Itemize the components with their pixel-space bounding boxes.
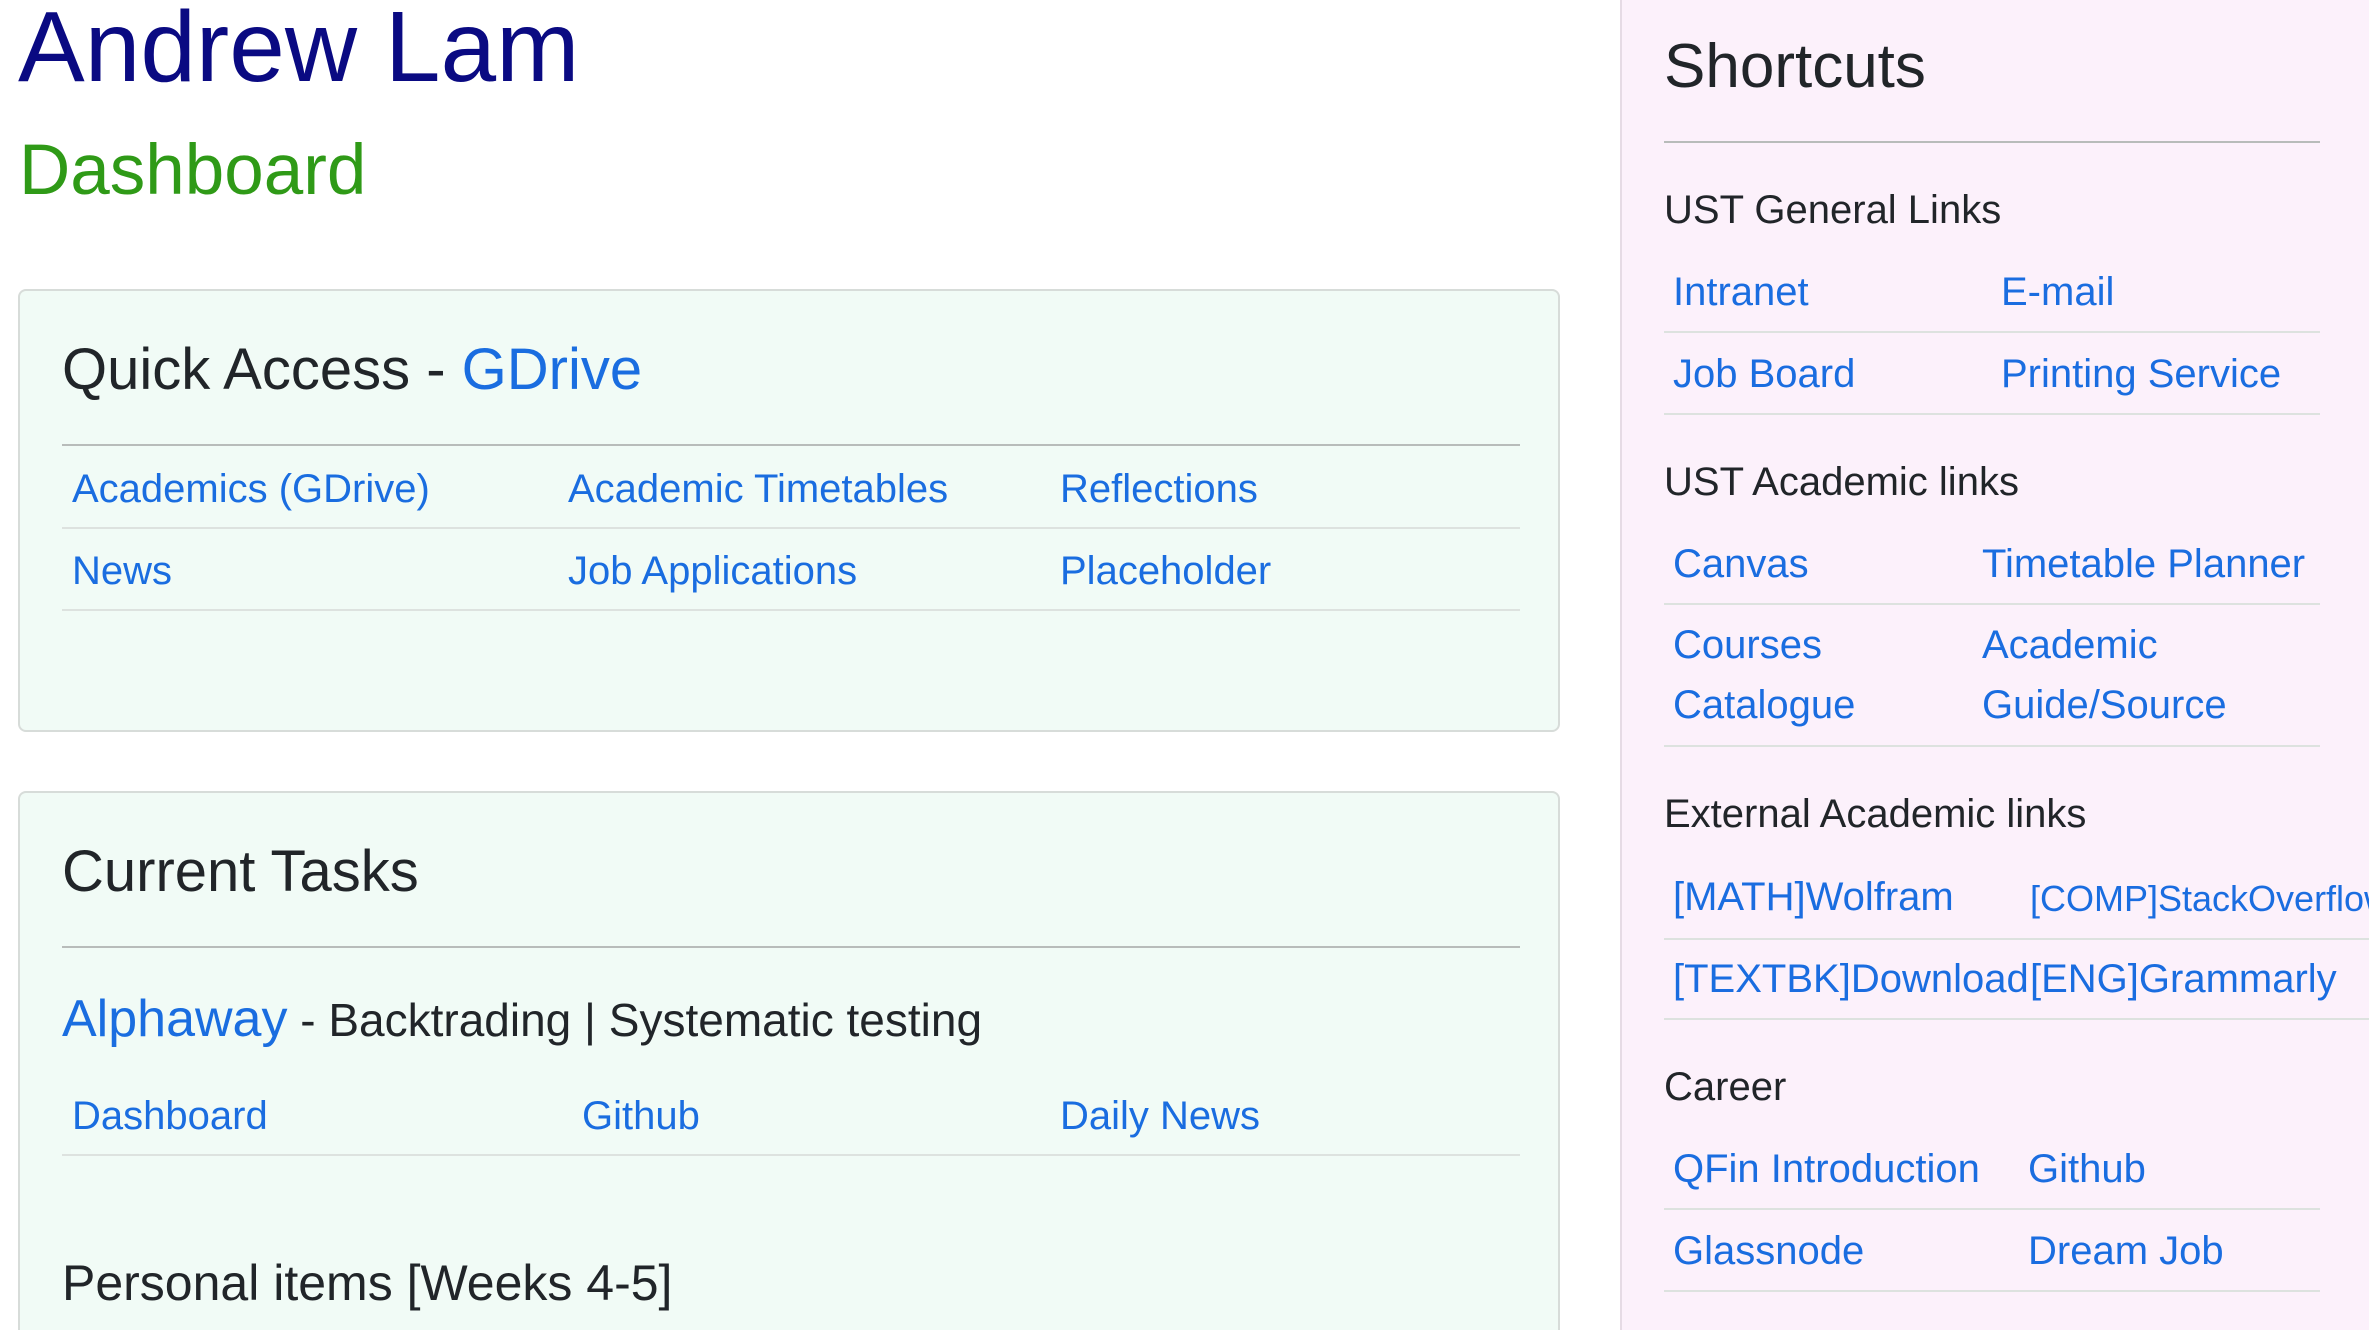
main-content: Andrew Lam Dashboard Quick Access - GDri… <box>0 0 1620 1330</box>
shortcut-row: [TEXTBK]Download [ENG]Grammarly <box>1664 940 2369 1020</box>
glassnode-link[interactable]: Glassnode <box>1673 1227 1864 1275</box>
task-daily-news-link[interactable]: Daily News <box>1060 1092 1260 1140</box>
quick-access-title: Quick Access - GDrive <box>62 335 642 405</box>
current-tasks-title: Current Tasks <box>62 839 419 904</box>
quick-access-row: Academics (GDrive) Academic Timetables R… <box>62 447 1520 529</box>
job-board-link[interactable]: Job Board <box>1673 350 1855 398</box>
task-name-link[interactable]: Alphaway <box>62 990 287 1048</box>
task-heading: Alphaway - Backtrading | Systematic test… <box>62 988 982 1050</box>
current-tasks-card: Current Tasks Alphaway - Backtrading | S… <box>18 791 1560 1330</box>
section-heading-ust-academic: UST Academic links <box>1664 460 2019 504</box>
courses-catalogue-link[interactable]: Courses Catalogue <box>1673 615 1933 735</box>
academic-timetables-link[interactable]: Academic Timetables <box>568 465 948 513</box>
divider <box>62 444 1520 446</box>
intranet-link[interactable]: Intranet <box>1673 268 1809 316</box>
qfin-introduction-link[interactable]: QFin Introduction <box>1673 1145 1980 1193</box>
task-github-link[interactable]: Github <box>582 1092 700 1140</box>
page: Andrew Lam Dashboard Quick Access - GDri… <box>0 0 2369 1330</box>
divider <box>62 946 1520 948</box>
quick-access-title-text: Quick Access - <box>62 337 462 402</box>
stackoverflow-link[interactable]: [COMP]StackOverflow <box>2030 877 2369 920</box>
email-link[interactable]: E-mail <box>2001 268 2114 316</box>
quick-access-row: News Job Applications Placeholder <box>62 529 1520 611</box>
shortcut-row: Glassnode Dream Job <box>1664 1210 2320 1292</box>
canvas-link[interactable]: Canvas <box>1673 540 1809 588</box>
page-title: Andrew Lam <box>18 0 580 103</box>
task-description: - Backtrading | Systematic testing <box>287 994 983 1046</box>
personal-items-heading: Personal items [Weeks 4-5] <box>62 1255 673 1311</box>
sidebar-title: Shortcuts <box>1664 32 1926 101</box>
section-heading-external-academic: External Academic links <box>1664 792 2087 836</box>
printing-service-link[interactable]: Printing Service <box>2001 350 2281 398</box>
dream-job-link[interactable]: Dream Job <box>2028 1227 2224 1275</box>
section-heading-career: Career <box>1664 1065 1787 1109</box>
shortcuts-sidebar: Shortcuts UST General Links Intranet E-m… <box>1620 0 2369 1330</box>
textbook-download-link[interactable]: [TEXTBK]Download <box>1673 955 2029 1003</box>
shortcut-row: Intranet E-mail <box>1664 253 2320 333</box>
timetable-planner-link[interactable]: Timetable Planner <box>1982 540 2305 588</box>
career-github-link[interactable]: Github <box>2028 1145 2146 1193</box>
page-subtitle: Dashboard <box>19 131 367 210</box>
shortcut-row: Canvas Timetable Planner <box>1664 525 2320 605</box>
shortcut-row: Job Board Printing Service <box>1664 333 2320 415</box>
wolfram-link[interactable]: [MATH]Wolfram <box>1673 873 1954 921</box>
section-heading-ust-general: UST General Links <box>1664 188 2002 232</box>
academic-guide-link[interactable]: Academic Guide/Source <box>1982 615 2282 735</box>
reflections-link[interactable]: Reflections <box>1060 465 1258 513</box>
quick-access-card: Quick Access - GDrive Academics (GDrive)… <box>18 289 1560 732</box>
news-link[interactable]: News <box>72 547 172 595</box>
shortcut-row: [MATH]Wolfram [COMP]StackOverflow <box>1664 858 2369 940</box>
task-dashboard-link[interactable]: Dashboard <box>72 1092 268 1140</box>
shortcut-row: Courses Catalogue Academic Guide/Source <box>1664 605 2320 747</box>
grammarly-link[interactable]: [ENG]Grammarly <box>2030 955 2337 1003</box>
academics-gdrive-link[interactable]: Academics (GDrive) <box>72 465 430 513</box>
placeholder-link[interactable]: Placeholder <box>1060 547 1271 595</box>
task-links-row: Dashboard Github Daily News <box>62 1074 1520 1156</box>
gdrive-link[interactable]: GDrive <box>462 337 642 402</box>
shortcut-row: QFin Introduction Github <box>1664 1130 2320 1210</box>
job-applications-link[interactable]: Job Applications <box>568 547 857 595</box>
divider <box>1664 141 2320 143</box>
